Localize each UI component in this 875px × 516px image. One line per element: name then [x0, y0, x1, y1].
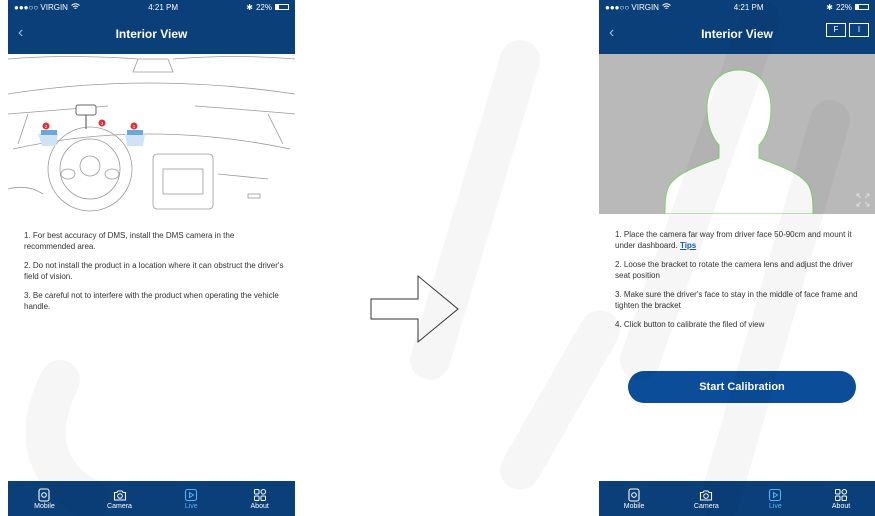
tab-label: Camera: [693, 502, 719, 510]
carrier-label: ●●●○○ VIRGIN: [14, 2, 68, 12]
tab-label: About: [831, 502, 851, 510]
tab-about[interactable]: About: [832, 488, 850, 510]
front-interior-toggle: F I: [826, 23, 869, 37]
left-phone-screen: ●●●○○ VIRGIN 4:21 PM ✱ 22% ‹ Interior Vi…: [8, 0, 295, 516]
live-play-icon: [769, 488, 782, 501]
tab-label: Live: [768, 502, 782, 510]
tab-label: Mobile: [34, 502, 55, 510]
instructions-list: 1. Place the camera far way from driver …: [615, 229, 867, 338]
tab-label: Camera: [107, 502, 132, 510]
live-play-icon: [185, 488, 198, 501]
battery-icon: [275, 4, 289, 10]
wifi-icon: [71, 2, 80, 12]
tab-mobile[interactable]: Mobile: [34, 487, 55, 510]
instruction-item: 1. Place the camera far way from driver …: [615, 229, 867, 251]
tab-bar: Mobile Camera Live About: [599, 481, 875, 516]
chevron-left-icon[interactable]: ‹: [18, 24, 23, 42]
expand-icon[interactable]: [856, 193, 870, 207]
tab-label: About: [250, 502, 269, 510]
instruction-item: 2. Do not install the product in a locat…: [24, 261, 284, 281]
right-phone-screen: ●●●○○ VIRGIN 4:21 PM ✱ 22% ‹ Interior Vi…: [599, 0, 875, 516]
instruction-item: 3. Make sure the driver's face to stay i…: [615, 290, 858, 310]
battery-percent: 22%: [835, 2, 852, 12]
instruction-text: 1. Place the camera far way from driver …: [615, 230, 852, 250]
instruction-item: 3. Be careful not to interfere with the …: [24, 291, 279, 311]
instruction-item: 4. Click button to calibrate the filed o…: [615, 320, 765, 329]
status-time: 4:21 PM: [148, 2, 179, 12]
battery-percent: 22%: [255, 2, 272, 12]
grid-about-icon: [835, 488, 848, 501]
tab-camera[interactable]: Camera: [107, 488, 132, 510]
bluetooth-icon: ✱: [826, 2, 833, 12]
bluetooth-icon: ✱: [246, 2, 253, 12]
page-title: Interior View: [701, 27, 773, 41]
front-toggle-button[interactable]: F: [826, 23, 846, 37]
right-arrow-icon: [370, 274, 459, 344]
carrier-label: ●●●○○ VIRGIN: [605, 2, 659, 12]
instructions-list: 1. For best accuracy of DMS, install the…: [24, 230, 286, 320]
tab-live[interactable]: Live: [184, 488, 198, 510]
status-time: 4:21 PM: [733, 2, 764, 12]
mobile-icon: [628, 487, 640, 502]
tab-live[interactable]: Live: [768, 488, 782, 510]
camera-icon: [113, 489, 126, 501]
page-title: Interior View: [115, 27, 188, 41]
tab-label: Mobile: [623, 502, 645, 510]
start-calibration-button[interactable]: Start Calibration: [628, 371, 856, 403]
chevron-left-icon[interactable]: ‹: [609, 24, 614, 42]
tab-mobile[interactable]: Mobile: [623, 487, 645, 510]
status-bar: ●●●○○ VIRGIN 4:21 PM ✱ 22%: [599, 0, 875, 14]
dashboard-illustration: 2 3 1: [8, 54, 295, 214]
nav-bar: ‹ Interior View: [8, 14, 295, 54]
tab-camera[interactable]: Camera: [694, 488, 719, 510]
wifi-icon: [662, 2, 671, 12]
grid-about-icon: [253, 488, 266, 501]
instruction-item: 1. For best accuracy of DMS, install the…: [24, 231, 235, 251]
mobile-icon: [38, 487, 51, 502]
status-bar: ●●●○○ VIRGIN 4:21 PM ✱ 22%: [8, 0, 295, 14]
tab-label: Live: [184, 502, 198, 510]
tab-about[interactable]: About: [251, 488, 269, 510]
camera-preview: [599, 54, 875, 215]
camera-icon: [700, 489, 713, 501]
interior-toggle-button[interactable]: I: [849, 23, 869, 37]
battery-icon: [855, 4, 869, 10]
instruction-item: 2. Loose the bracket to rotate the camer…: [615, 260, 853, 280]
tab-bar: Mobile Camera Live About: [8, 481, 295, 516]
nav-bar: ‹ Interior View F I: [599, 14, 875, 54]
tips-link[interactable]: Tips: [680, 241, 696, 250]
